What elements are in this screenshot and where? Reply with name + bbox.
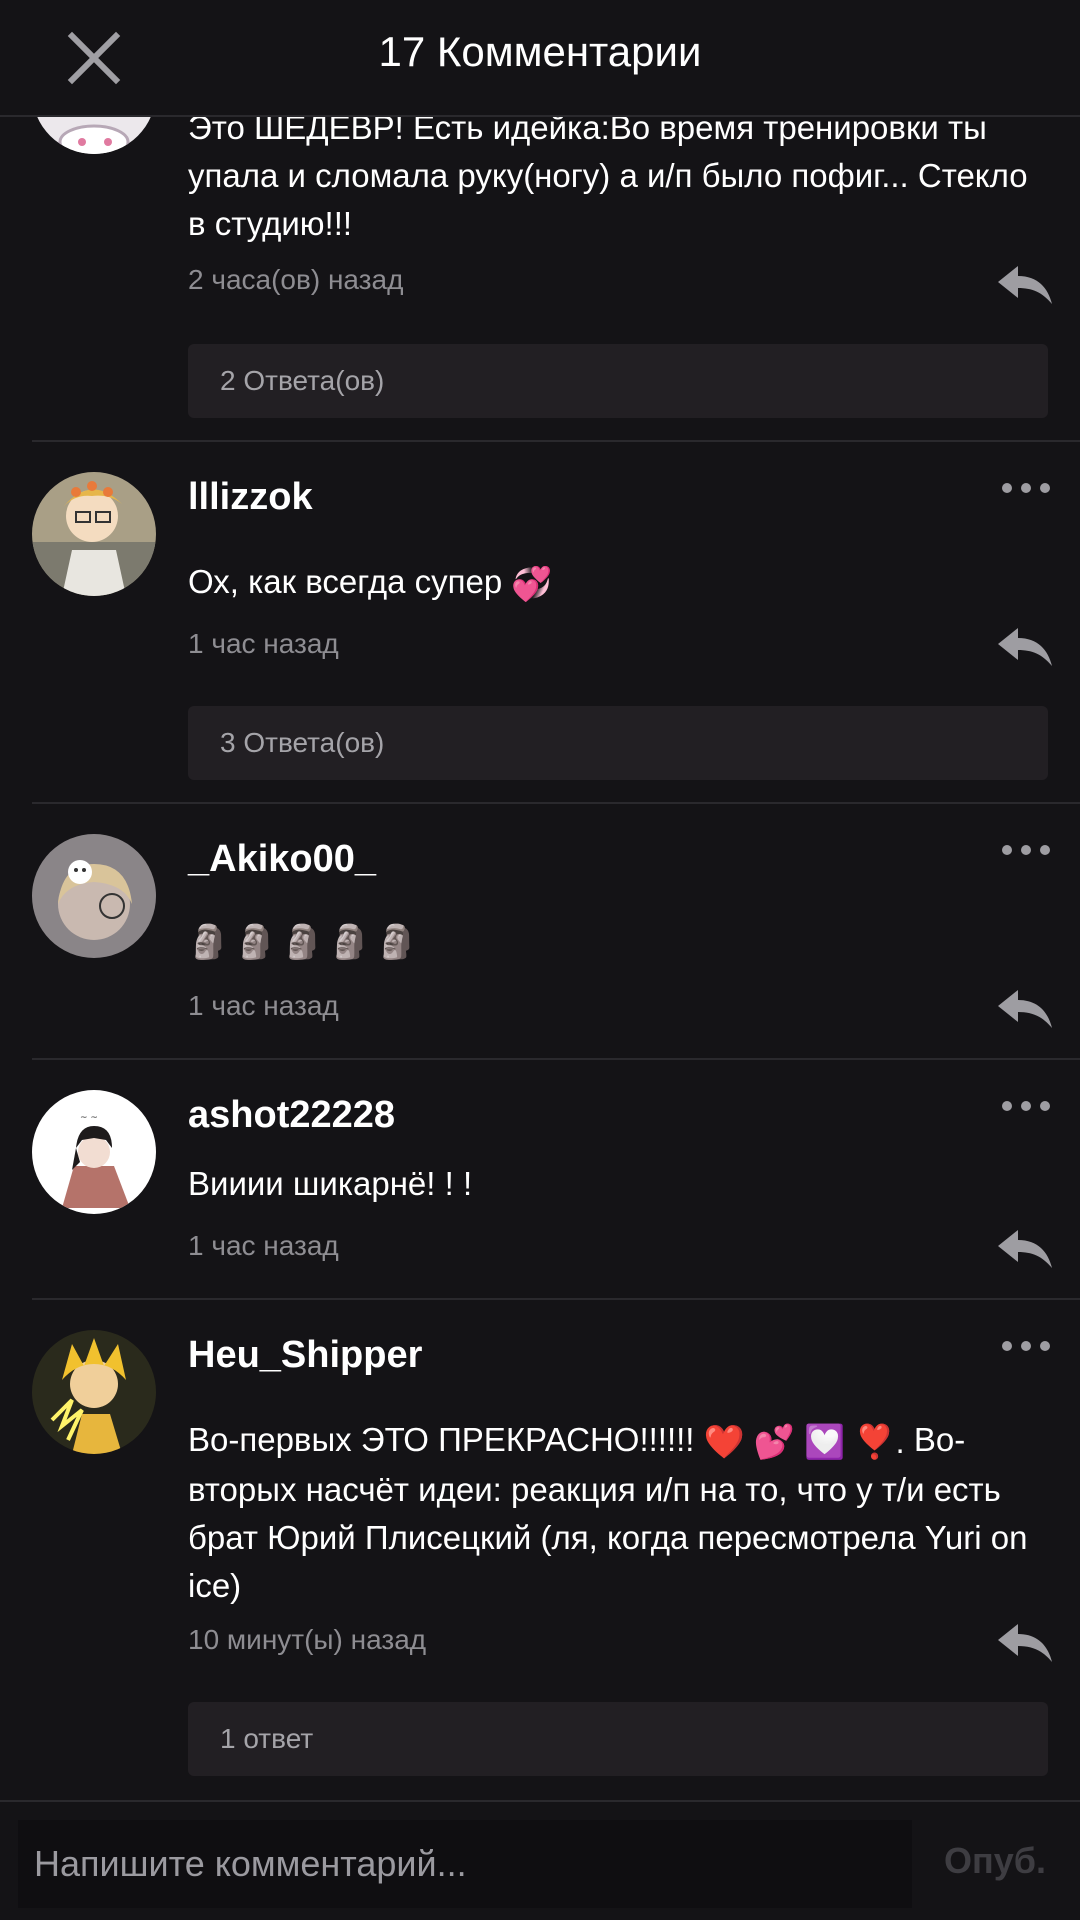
- comment-username[interactable]: lllizzok: [188, 476, 313, 519]
- comment-username[interactable]: _Akiko00_: [188, 838, 376, 881]
- comment-text: Во-первых ЭТО ПРЕКРАСНО!!!!!! ❤️ 💕 💟 ❣️.…: [188, 1416, 1048, 1610]
- page-title: 17 Комментарии: [378, 28, 702, 75]
- comment-text-intro: Во-первых ЭТО ПРЕКРАСНО!!!!!!: [188, 1421, 704, 1458]
- comment-timestamp: 10 минут(ы) назад: [188, 1624, 427, 1655]
- comment-text-body: Ох, как всегда супер: [188, 563, 503, 600]
- reply-arrow-icon[interactable]: [996, 624, 1054, 668]
- reply-arrow-icon[interactable]: [996, 986, 1054, 1030]
- reply-arrow-icon[interactable]: [996, 1226, 1054, 1270]
- avatar[interactable]: [32, 472, 156, 596]
- reply-arrow-icon[interactable]: [996, 1620, 1054, 1664]
- divider: [32, 1298, 1080, 1300]
- moai-emojis: 🗿🗿🗿🗿🗿: [188, 923, 424, 960]
- comment-input[interactable]: [18, 1820, 912, 1908]
- avatar[interactable]: ~ ~: [32, 1090, 156, 1214]
- reply-arrow-icon[interactable]: [996, 262, 1054, 306]
- svg-text:~ ~: ~ ~: [80, 1113, 98, 1123]
- comment-timestamp: 1 час назад: [188, 628, 339, 659]
- comment-username[interactable]: Heu_Shipper: [188, 1334, 422, 1377]
- avatar[interactable]: [32, 1330, 156, 1454]
- comments-header: 17 Комментарии: [0, 0, 1080, 117]
- more-options-icon[interactable]: [1000, 478, 1052, 498]
- comment-timestamp: 1 час назад: [188, 1230, 339, 1261]
- comment-list[interactable]: Это ШЕДЕВР! Есть идейка:Во время трениро…: [0, 0, 1080, 1800]
- more-options-icon[interactable]: [1000, 840, 1052, 860]
- comments-screen: Это ШЕДЕВР! Есть идейка:Во время трениро…: [0, 0, 1080, 1920]
- view-replies-button[interactable]: 1 ответ: [188, 1702, 1048, 1776]
- view-replies-button[interactable]: 3 Ответа(ов): [188, 706, 1048, 780]
- more-options-icon[interactable]: [1000, 1336, 1052, 1356]
- comment-text: Это ШЕДЕВР! Есть идейка:Во время трениро…: [188, 109, 1028, 242]
- comment-text: Вииии шикарнё! ! !: [188, 1165, 473, 1202]
- view-replies-button[interactable]: 2 Ответа(ов): [188, 344, 1048, 418]
- comment-text: Ох, как всегда супер 💞: [188, 558, 1048, 608]
- divider: [32, 440, 1080, 442]
- more-options-icon[interactable]: [1000, 1096, 1052, 1116]
- divider: [32, 802, 1080, 804]
- publish-button[interactable]: Опуб.: [944, 1840, 1046, 1882]
- hearts-emoji: 💞: [511, 565, 553, 603]
- comment-timestamp: 2 часа(ов) назад: [188, 264, 404, 295]
- comment-composer: Опуб.: [0, 1800, 1080, 1920]
- comment-timestamp: 1 час назад: [188, 990, 339, 1021]
- hearts-emojis: ❤️ 💕 💟 ❣️.: [703, 1423, 905, 1461]
- avatar[interactable]: [32, 834, 156, 958]
- comment-username[interactable]: ashot22228: [188, 1094, 395, 1137]
- divider: [32, 1058, 1080, 1060]
